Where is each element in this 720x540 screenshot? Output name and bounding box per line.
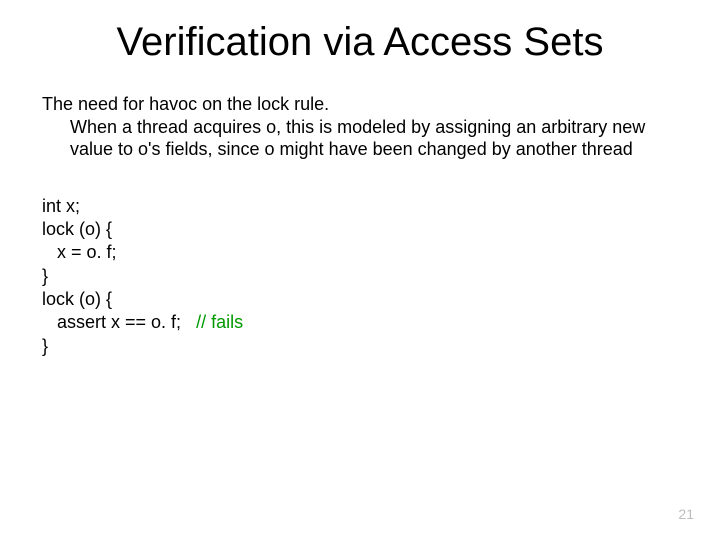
slide-title: Verification via Access Sets [0, 0, 720, 93]
code-line-3: x = o. f; [42, 241, 720, 264]
code-line-4: } [42, 265, 720, 288]
code-line-1: int x; [42, 195, 720, 218]
code-line-2: lock (o) { [42, 218, 720, 241]
code-line-6a: assert x == o. f; [42, 312, 196, 332]
code-line-5: lock (o) { [42, 288, 720, 311]
code-line-7: } [42, 335, 720, 358]
intro-line-2: When a thread acquires o, this is modele… [42, 116, 678, 161]
code-line-6: assert x == o. f; // fails [42, 311, 720, 334]
slide: Verification via Access Sets The need fo… [0, 0, 720, 540]
code-comment-fails: // fails [196, 312, 243, 332]
code-block: int x; lock (o) { x = o. f; } lock (o) {… [0, 161, 720, 359]
body-text: The need for havoc on the lock rule. Whe… [0, 93, 720, 161]
page-number: 21 [678, 506, 694, 522]
intro-line-1: The need for havoc on the lock rule. [42, 93, 678, 116]
